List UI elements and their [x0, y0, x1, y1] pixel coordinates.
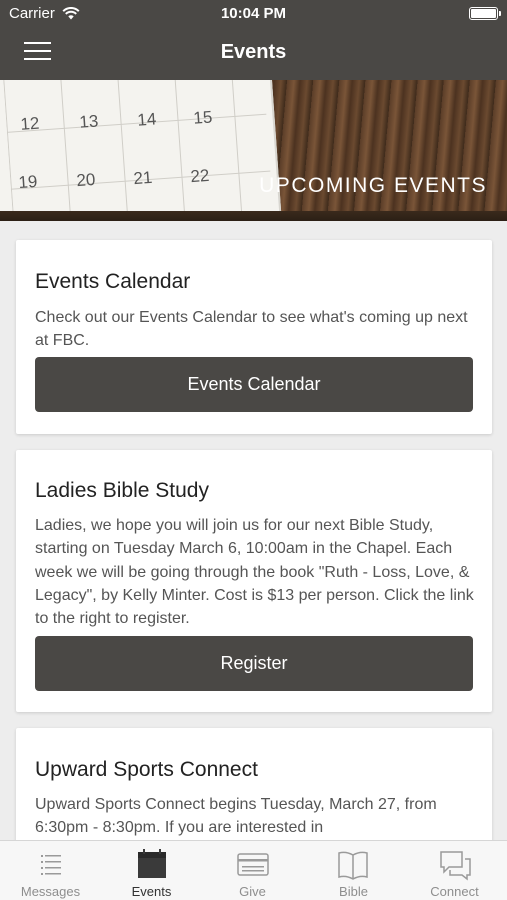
- event-card-upward-sports-connect: Upward Sports Connect Upward Sports Conn…: [16, 728, 492, 840]
- banner-title: UPCOMING EVENTS: [259, 174, 487, 197]
- event-list[interactable]: Events Calendar Check out our Events Cal…: [0, 221, 507, 840]
- card-description: Check out our Events Calendar to see wha…: [35, 309, 468, 350]
- tab-label: Bible: [339, 884, 368, 899]
- event-card-ladies-bible-study: Ladies Bible Study Ladies, we hope you w…: [16, 450, 492, 712]
- tab-messages[interactable]: Messages: [0, 841, 101, 900]
- list-icon: [41, 855, 61, 875]
- calendar-number: 14: [136, 109, 157, 130]
- chat-bubbles-icon: [440, 851, 471, 881]
- top-bar: Carrier 10:04 PM Events: [0, 0, 507, 80]
- tab-bible[interactable]: Bible: [303, 841, 404, 900]
- tab-label: Connect: [430, 884, 479, 899]
- register-button[interactable]: Register: [35, 636, 473, 691]
- book-icon: [338, 851, 368, 880]
- banner-divider: [0, 211, 507, 221]
- event-card-events-calendar: Events Calendar Check out our Events Cal…: [16, 240, 492, 434]
- card-description: Upward Sports Connect begins Tuesday, Ma…: [35, 796, 437, 837]
- calendar-number: 20: [75, 169, 97, 191]
- calendar-image: 5 6 7 8 12 13 14 15 19 20 21 22: [0, 80, 286, 221]
- calendar-number: 21: [132, 167, 154, 189]
- calendar-number: 13: [78, 111, 99, 132]
- page-title: Events: [220, 41, 287, 63]
- tab-label: Events: [131, 884, 172, 899]
- tab-bar: Messages Events Give Bible Connect: [0, 840, 507, 900]
- calendar-number: 12: [19, 113, 40, 134]
- card-title: Events Calendar: [35, 270, 191, 293]
- tab-events[interactable]: Events: [101, 841, 202, 900]
- tab-label: Give: [239, 884, 266, 899]
- calendar-icon: [138, 849, 166, 878]
- events-calendar-button[interactable]: Events Calendar: [35, 357, 473, 412]
- card-title: Ladies Bible Study: [35, 479, 209, 502]
- tab-label: Messages: [20, 884, 81, 899]
- card-description: Ladies, we hope you will join us for our…: [35, 517, 474, 628]
- clock: 10:04 PM: [220, 5, 287, 22]
- card-title: Upward Sports Connect: [35, 758, 258, 781]
- status-bar: Carrier 10:04 PM: [0, 0, 507, 28]
- battery-icon: [469, 7, 501, 20]
- tab-give[interactable]: Give: [202, 841, 303, 900]
- calendar-number: 19: [17, 171, 39, 193]
- calendar-number: 15: [192, 107, 213, 128]
- upcoming-events-banner: 5 6 7 8 12 13 14 15 19 20 21 22 UPCOMING…: [0, 80, 507, 221]
- card-icon: [237, 853, 269, 876]
- tab-connect[interactable]: Connect: [404, 841, 505, 900]
- calendar-number: 22: [189, 165, 211, 187]
